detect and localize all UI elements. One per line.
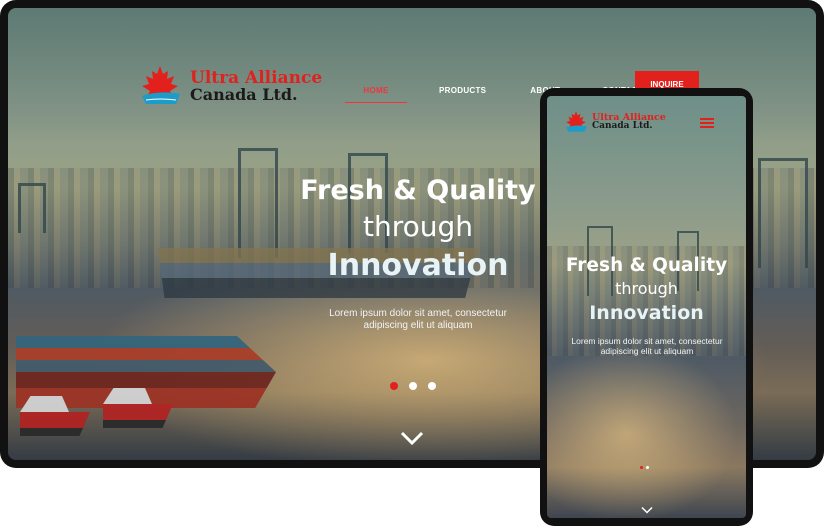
- hero-line2: through: [362, 210, 474, 243]
- mobile-hero-line2: through: [615, 279, 678, 298]
- mobile-site-logo[interactable]: Ultra Alliance Canada Ltd.: [563, 110, 666, 134]
- slider-dots: [390, 382, 436, 390]
- maple-leaf-ship-logo: [142, 66, 180, 104]
- hero-subtitle-line1: Lorem ipsum dolor sit amet, consectetur: [329, 308, 507, 319]
- hero-heading: Fresh & Quality through Innovation: [268, 173, 568, 287]
- mobile-hero-subtitle-line1: Lorem ipsum dolor sit amet, consectetur: [571, 336, 723, 346]
- mobile-hero-heading: Fresh & Quality through Innovation: [547, 254, 746, 326]
- mobile-hero-line1: Fresh & Quality: [565, 255, 728, 276]
- chevron-down-icon[interactable]: [400, 430, 424, 446]
- chevron-down-icon[interactable]: [641, 506, 653, 514]
- hero-subtitle-line2: adipiscing elit ut aliquam: [363, 320, 473, 331]
- mobile-hero-subtitle: Lorem ipsum dolor sit amet, consectetur …: [557, 336, 737, 356]
- slider-dot-2[interactable]: [409, 382, 417, 390]
- slider-dot-1[interactable]: [390, 382, 398, 390]
- mobile-slider-dot-2[interactable]: [646, 466, 649, 469]
- maple-leaf-ship-logo: [566, 111, 587, 132]
- mobile-hero-background: Ultra Alliance Canada Ltd. Fresh & Quali…: [547, 96, 746, 518]
- logo-name-line2: Canada Ltd.: [190, 84, 298, 104]
- mobile-hero-subtitle-line2: adipiscing elit ut aliquam: [600, 346, 694, 356]
- mobile-hero-line3: Innovation: [589, 302, 704, 324]
- mobile-slider-dots: [640, 466, 649, 469]
- logo-name-line1: Ultra Alliance: [190, 67, 323, 88]
- hero-line1: Fresh & Quality: [300, 175, 536, 206]
- mobile-slider-dot-1[interactable]: [640, 466, 643, 469]
- hamburger-icon[interactable]: [700, 118, 714, 128]
- hero-subtitle: Lorem ipsum dolor sit amet, consectetur …: [308, 308, 528, 332]
- mobile-logo-name-line2: Canada Ltd.: [592, 121, 653, 132]
- mobile-device-frame: Ultra Alliance Canada Ltd. Fresh & Quali…: [540, 88, 753, 526]
- hero-line3: Innovation: [327, 248, 509, 283]
- slider-dot-3[interactable]: [428, 382, 436, 390]
- nav-item-home[interactable]: HOME: [345, 80, 407, 103]
- site-logo[interactable]: Ultra Alliance Canada Ltd.: [136, 64, 322, 108]
- nav-item-products[interactable]: PRODUCTS: [421, 80, 504, 103]
